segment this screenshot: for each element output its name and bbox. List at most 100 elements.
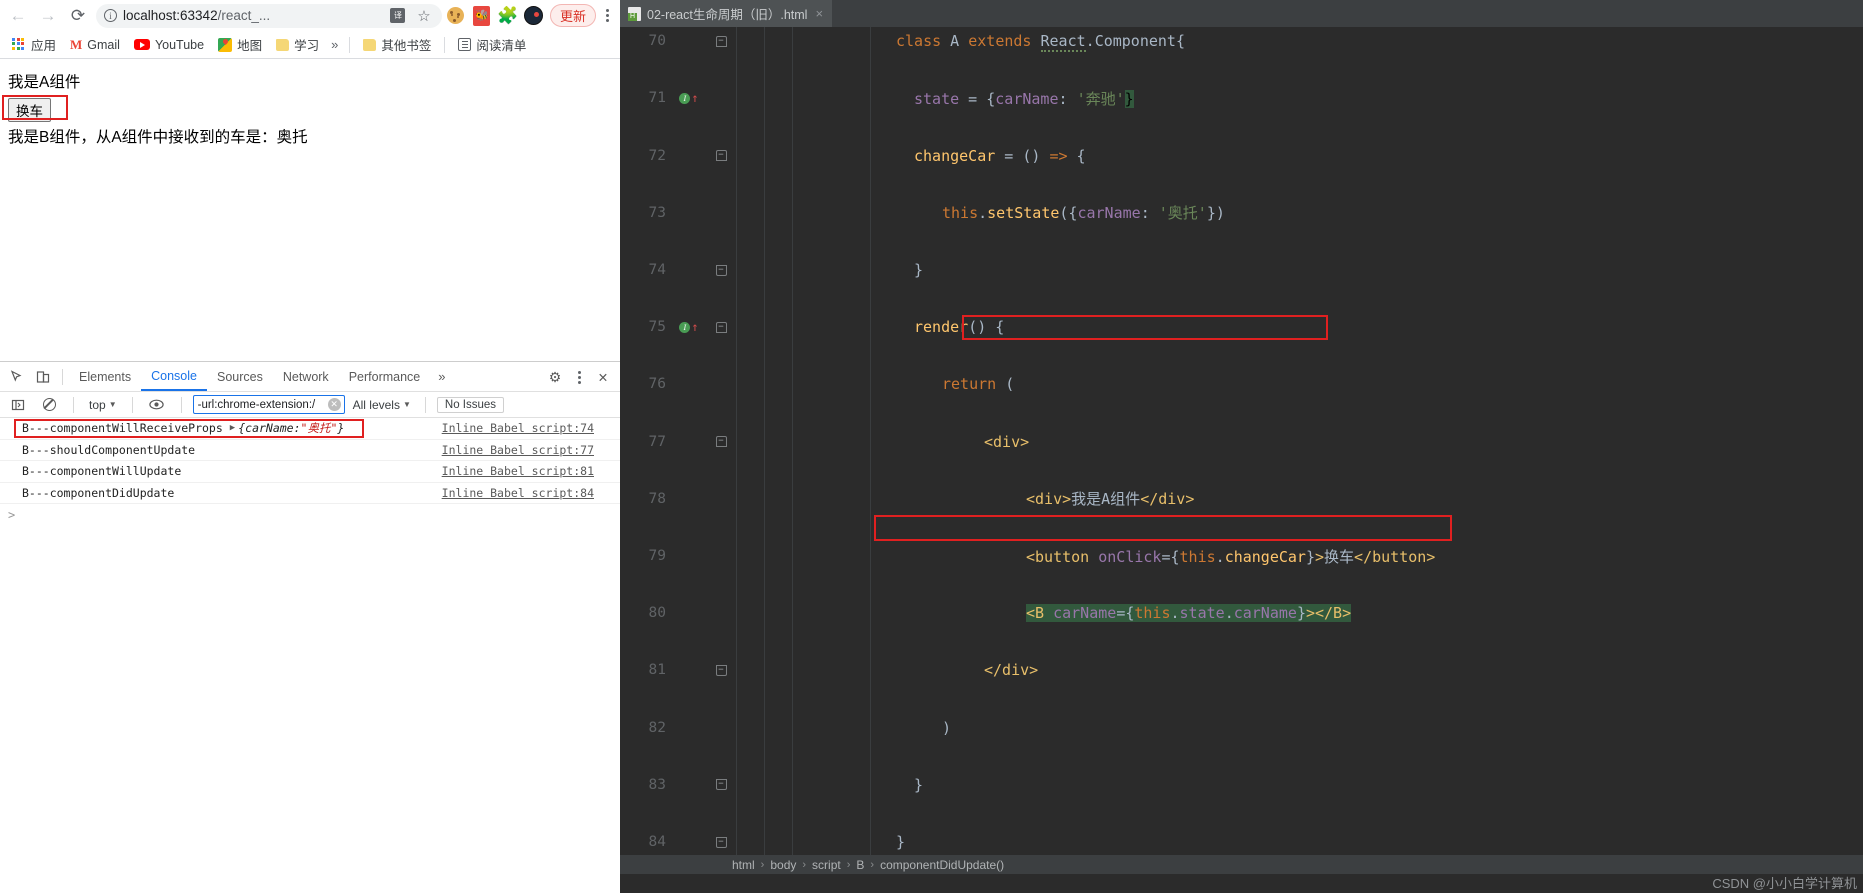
bookmark-other-bookmarks[interactable]: 其他书签 — [357, 33, 437, 56]
code-text: render() { — [914, 318, 1005, 337]
profile-extension-icon[interactable] — [522, 4, 546, 28]
translate-icon[interactable]: 译 — [388, 6, 408, 26]
code-line[interactable]: 77 − <div> — [620, 427, 1863, 456]
fold-handle[interactable]: − — [706, 321, 736, 333]
tab-sources[interactable]: Sources — [207, 362, 273, 391]
breadcrumb-item[interactable]: B — [856, 858, 864, 872]
code-line[interactable]: 80 <B carName={this.state.carName}></B> — [620, 599, 1863, 628]
gmail-icon: M — [70, 36, 83, 52]
forward-arrow-icon[interactable]: → — [34, 2, 62, 30]
bookmark-youtube[interactable]: YouTube — [128, 36, 210, 54]
info-glyph: i — [109, 10, 112, 21]
code-line[interactable]: 70 − class A extends React.Component{ — [620, 27, 1863, 56]
code-line[interactable]: 84 − } — [620, 828, 1863, 857]
tab-performance[interactable]: Performance — [339, 362, 431, 391]
console-row[interactable]: B---componentDidUpdate Inline Babel scri… — [0, 483, 620, 504]
html5-file-icon — [628, 6, 641, 21]
issues-button[interactable]: No Issues — [436, 396, 505, 413]
browser-menu-icon[interactable] — [598, 9, 616, 22]
console-sidebar-icon[interactable] — [5, 392, 31, 418]
console-row[interactable]: B---componentWillUpdate Inline Babel scr… — [0, 461, 620, 483]
close-icon[interactable]: ✕ — [590, 364, 616, 390]
fold-handle[interactable]: − — [706, 436, 736, 448]
console-source-link[interactable]: Inline Babel script:74 — [442, 421, 594, 435]
fold-handle[interactable]: − — [706, 664, 736, 676]
reading-list-icon — [458, 38, 472, 51]
run-gutter-icon[interactable]: I — [679, 92, 691, 104]
fold-handle[interactable]: − — [706, 836, 736, 848]
code-line[interactable]: 72 − changeCar = () => { — [620, 141, 1863, 170]
inspect-element-icon[interactable] — [4, 364, 30, 390]
log-level-selector[interactable]: All levels ▼ — [350, 397, 414, 413]
console-filter-input[interactable]: -url:chrome-extension:/ ✕ — [192, 395, 345, 414]
tab-console[interactable]: Console — [141, 362, 207, 391]
cookie-extension-icon[interactable] — [444, 4, 468, 28]
bookmark-study-folder[interactable]: 学习 — [270, 33, 325, 56]
fold-handle[interactable]: − — [706, 264, 736, 276]
site-info-icon[interactable]: i — [104, 9, 117, 22]
code-line[interactable]: 79 <button onClick={this.changeCar}>换车</… — [620, 542, 1863, 571]
console-prompt[interactable]: > — [0, 504, 620, 526]
fold-handle[interactable]: − — [706, 35, 736, 47]
reload-icon[interactable]: ⟳ — [64, 2, 92, 30]
update-button[interactable]: 更新 — [549, 4, 596, 27]
bookmark-gmail[interactable]: M Gmail — [64, 35, 126, 55]
devtools-tabbar: Elements Console Sources Network Perform… — [0, 362, 620, 392]
ide-file-tab[interactable]: 02-react生命周期（旧）.html × — [620, 0, 833, 27]
bookmark-apps[interactable]: 应用 — [6, 33, 62, 56]
code-editor[interactable]: 70 − class A extends React.Component{ 71… — [620, 27, 1863, 874]
clear-console-icon[interactable] — [36, 392, 62, 418]
b-component-text: 我是B组件，从A组件中接收到的车是：奥托 — [8, 129, 308, 146]
code-line[interactable]: 74 − } — [620, 256, 1863, 285]
gutter-markers[interactable]: I ↑ — [672, 92, 706, 104]
console-source-link[interactable]: Inline Babel script:81 — [442, 464, 594, 478]
console-source-link[interactable]: Inline Babel script:84 — [442, 486, 594, 500]
puzzle-extension-icon[interactable]: 🧩 — [496, 4, 520, 28]
bookmark-maps[interactable]: 地图 — [212, 33, 268, 56]
bee-extension-icon[interactable]: 🐝 — [470, 4, 494, 28]
fold-handle[interactable]: − — [706, 779, 736, 791]
kebab-menu-icon[interactable] — [570, 370, 588, 384]
code-line[interactable]: 82 ) — [620, 713, 1863, 742]
reading-list-button[interactable]: 阅读清单 — [452, 33, 532, 56]
gutter-markers[interactable]: I ↑ — [672, 321, 706, 333]
code-line[interactable]: 83 − } — [620, 771, 1863, 800]
code-line[interactable]: 75 I ↑ − render() { — [620, 313, 1863, 342]
execution-context-selector[interactable]: top ▼ — [85, 397, 121, 413]
live-expression-icon[interactable] — [144, 392, 170, 418]
tab-elements[interactable]: Elements — [69, 362, 141, 391]
change-car-button[interactable]: 换车 — [8, 98, 51, 122]
filterbar-divider — [424, 396, 426, 413]
console-row[interactable]: B---componentWillReceiveProps ▶ {carName… — [0, 418, 620, 440]
bookmark-star-icon[interactable]: ☆ — [414, 6, 434, 26]
expand-arrow-icon[interactable]: ▶ — [230, 423, 235, 433]
fold-handle[interactable]: − — [706, 150, 736, 162]
close-icon[interactable]: × — [815, 6, 823, 21]
back-arrow-icon[interactable]: ← — [4, 2, 32, 30]
console-message: B---componentWillUpdate — [22, 464, 182, 479]
breadcrumb-item[interactable]: html — [732, 858, 755, 872]
breadcrumb-item[interactable]: componentDidUpdate() — [880, 858, 1004, 872]
clear-input-icon[interactable]: ✕ — [327, 398, 341, 411]
code-line[interactable]: 76 return ( — [620, 370, 1863, 399]
line-number: 74 — [648, 262, 666, 279]
bookmark-label: Gmail — [87, 37, 120, 52]
line-number: 75 — [648, 319, 666, 336]
bookmarks-overflow-icon[interactable]: » — [327, 37, 342, 52]
console-message: B---componentDidUpdate — [22, 485, 175, 500]
code-line[interactable]: 71 I ↑ state = {carName: '奔驰'} — [620, 84, 1863, 113]
tabs-overflow-icon[interactable]: » — [430, 369, 453, 384]
run-gutter-icon[interactable]: I — [679, 321, 691, 333]
breadcrumb-item[interactable]: body — [770, 858, 796, 872]
line-number: 73 — [648, 204, 666, 221]
code-line[interactable]: 78 <div>我是A组件</div> — [620, 485, 1863, 514]
tab-network[interactable]: Network — [273, 362, 339, 391]
console-source-link[interactable]: Inline Babel script:77 — [442, 443, 594, 457]
breadcrumb-item[interactable]: script — [812, 858, 841, 872]
code-line[interactable]: 73 this.setState({carName: '奥托'}) — [620, 199, 1863, 228]
gear-icon[interactable]: ⚙ — [542, 364, 568, 390]
code-line[interactable]: 81 − </div> — [620, 656, 1863, 685]
address-bar[interactable]: i localhost:63342/react_... 译 ☆ — [96, 3, 442, 28]
device-toolbar-icon[interactable] — [30, 364, 56, 390]
console-row[interactable]: B---shouldComponentUpdate Inline Babel s… — [0, 440, 620, 461]
